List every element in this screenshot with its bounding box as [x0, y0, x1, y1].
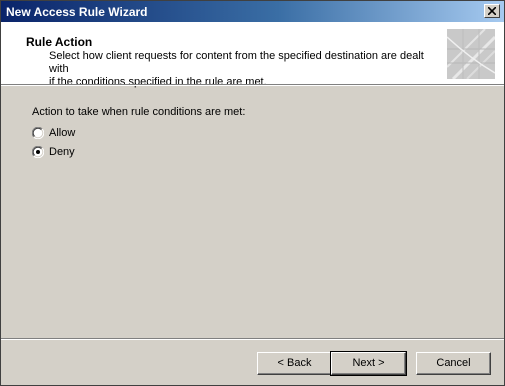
description-line-2: if the conditions specified in the rule … — [49, 76, 267, 88]
next-button[interactable]: Next > — [330, 351, 407, 376]
radio-allow-label[interactable]: Allow — [49, 127, 75, 139]
cancel-button[interactable]: Cancel — [416, 352, 491, 375]
action-label: Action to take when rule conditions are … — [32, 106, 246, 118]
close-button[interactable] — [484, 4, 500, 18]
description-line-1: Select how client requests for content f… — [49, 50, 424, 75]
footer-divider — [1, 338, 504, 340]
radio-checked-icon[interactable] — [32, 146, 44, 158]
header-divider — [1, 84, 504, 86]
wizard-banner-graphic — [447, 29, 495, 79]
wizard-header: Rule Action Select how client requests f… — [1, 22, 504, 88]
radio-unchecked-icon[interactable] — [32, 127, 44, 139]
close-icon — [488, 7, 496, 15]
radio-deny-label[interactable]: Deny — [49, 146, 75, 158]
page-title: Rule Action — [26, 35, 93, 49]
window-title: New Access Rule Wizard — [6, 5, 148, 19]
wizard-window: New Access Rule Wizard Rule Action Selec… — [0, 0, 505, 386]
title-bar[interactable]: New Access Rule Wizard — [1, 1, 504, 22]
back-button[interactable]: < Back — [257, 352, 332, 375]
